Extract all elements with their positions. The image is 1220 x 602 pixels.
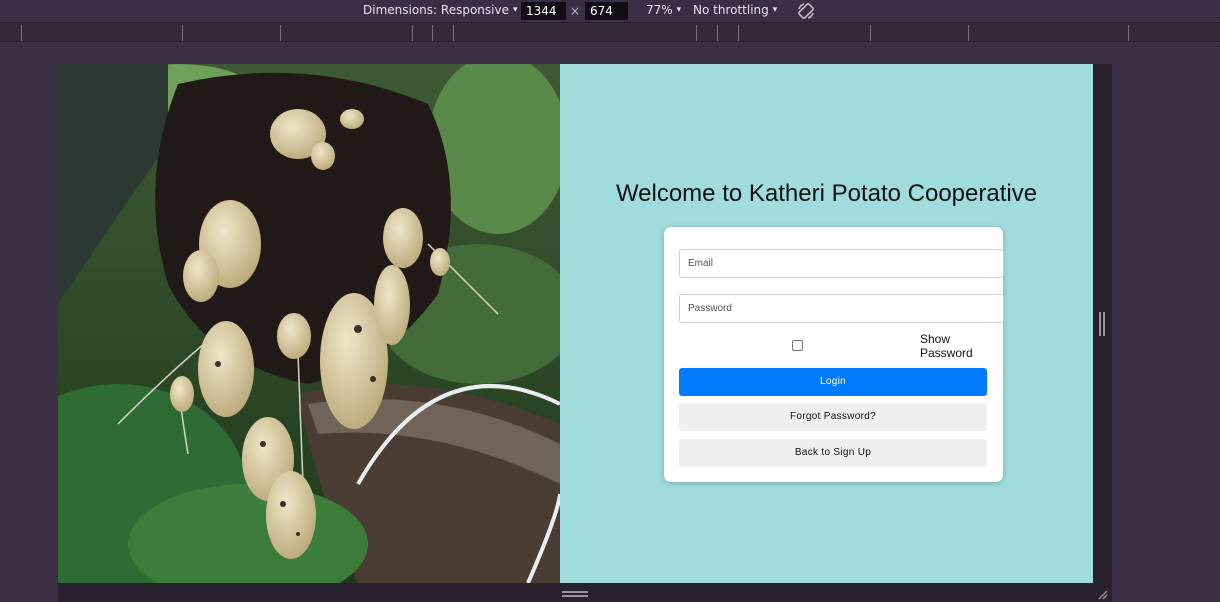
height-input[interactable] bbox=[585, 2, 628, 20]
throttling-dropdown[interactable]: No throttling ▾ bbox=[693, 3, 777, 17]
chevron-down-icon: ▾ bbox=[512, 5, 518, 15]
email-field[interactable] bbox=[679, 249, 1004, 278]
back-to-signup-button[interactable]: Back to Sign Up bbox=[679, 439, 987, 467]
resize-handle-right[interactable] bbox=[1099, 312, 1105, 336]
login-button[interactable]: Login bbox=[679, 368, 987, 396]
device-viewport: Welcome to Katheri Potato Cooperative Sh… bbox=[58, 64, 1093, 583]
chevron-down-icon: ▾ bbox=[772, 5, 778, 15]
login-card: Show Password Login Forgot Password? Bac… bbox=[664, 227, 1004, 482]
potato-image bbox=[58, 64, 560, 583]
width-input[interactable] bbox=[521, 2, 566, 20]
zoom-label: 77% bbox=[646, 3, 673, 17]
resize-handle-bottom[interactable] bbox=[562, 591, 588, 597]
dimensions-label: Dimensions: Responsive bbox=[363, 3, 509, 17]
resize-corner-icon[interactable] bbox=[1096, 588, 1108, 600]
chevron-down-icon: ▾ bbox=[676, 5, 682, 15]
media-query-ruler bbox=[0, 22, 1220, 42]
show-password-label: Show Password bbox=[920, 332, 973, 360]
potato-harvest-photo bbox=[58, 64, 560, 583]
forgot-password-button[interactable]: Forgot Password? bbox=[679, 403, 987, 431]
page-title: Welcome to Katheri Potato Cooperative bbox=[615, 180, 1038, 207]
throttling-label: No throttling bbox=[693, 3, 769, 17]
zoom-dropdown[interactable]: 77% ▾ bbox=[646, 3, 681, 17]
dimensions-dropdown[interactable]: Dimensions: Responsive ▾ bbox=[363, 3, 518, 17]
show-password-checkbox[interactable] bbox=[792, 340, 803, 351]
times-separator: × bbox=[570, 4, 581, 18]
rotate-icon[interactable] bbox=[796, 1, 816, 21]
login-panel: Welcome to Katheri Potato Cooperative Sh… bbox=[560, 64, 1093, 583]
device-toolbar: Dimensions: Responsive ▾ × 77% ▾ No thro… bbox=[0, 0, 1220, 22]
password-field[interactable] bbox=[679, 294, 1004, 323]
